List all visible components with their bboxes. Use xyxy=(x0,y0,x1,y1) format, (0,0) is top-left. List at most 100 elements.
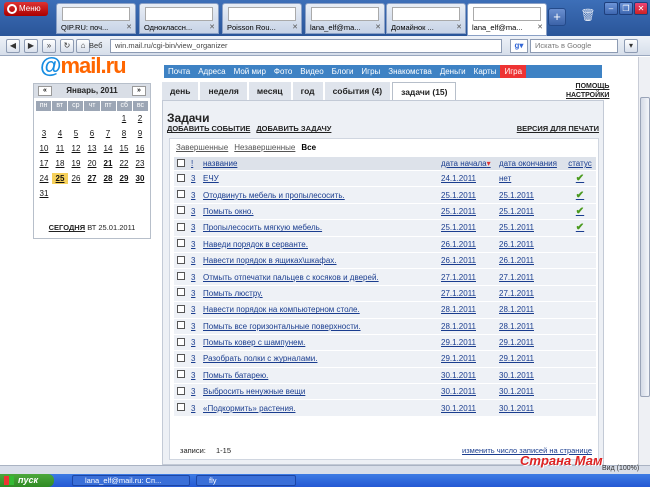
start-button[interactable]: пуск xyxy=(0,474,54,487)
task-start-date[interactable]: 30.1.2011 xyxy=(438,367,496,384)
row-checkbox-cell[interactable] xyxy=(174,203,188,220)
site-nav-item[interactable]: Карты xyxy=(470,65,501,78)
task-priority[interactable]: 3 xyxy=(188,203,200,220)
view-tab[interactable]: события (4) xyxy=(324,82,391,100)
calendar-day[interactable]: 14 xyxy=(100,143,116,154)
task-end-date[interactable]: 26.1.2011 xyxy=(496,252,564,269)
calendar-day[interactable]: 15 xyxy=(116,143,132,154)
task-name[interactable]: «Подкормить» растения. xyxy=(200,400,438,416)
task-status[interactable] xyxy=(564,351,596,367)
calendar-day[interactable]: 10 xyxy=(36,143,52,154)
task-end-date[interactable]: нет xyxy=(496,171,564,187)
task-priority[interactable]: 3 xyxy=(188,400,200,416)
browser-tab[interactable]: Одноклассн... ✕ xyxy=(139,3,219,34)
browser-tab-active[interactable]: lana_elf@ma... ✕ xyxy=(467,3,547,36)
browser-tab[interactable]: Домайнок ... ✕ xyxy=(386,3,466,34)
task-status[interactable] xyxy=(564,400,596,416)
task-status[interactable] xyxy=(564,269,596,285)
filter-all[interactable]: Все xyxy=(301,143,316,152)
table-row[interactable]: 3 Отмыть отпечатки пальцев с косяков и дв… xyxy=(174,269,596,285)
task-name[interactable]: Помыть все горизонтальные поверхности. xyxy=(200,318,438,334)
search-input[interactable]: Искать в Google xyxy=(530,39,618,53)
table-row[interactable]: 3 Навести порядок на компьютерном столе. 2… xyxy=(174,302,596,318)
close-tab-icon[interactable]: ✕ xyxy=(537,23,543,31)
task-start-date[interactable]: 28.1.2011 xyxy=(438,302,496,318)
task-priority[interactable]: 3 xyxy=(188,384,200,400)
calendar-day[interactable]: 30 xyxy=(132,173,148,184)
task-start-date[interactable]: 27.1.2011 xyxy=(438,269,496,285)
browser-tab[interactable]: QIP.RU: поч... ✕ xyxy=(56,3,136,34)
task-start-date[interactable]: 26.1.2011 xyxy=(438,252,496,269)
calendar-day[interactable]: 28 xyxy=(100,173,116,184)
row-checkbox[interactable] xyxy=(177,173,185,182)
calendar-day[interactable]: 7 xyxy=(100,128,116,139)
close-tab-icon[interactable]: ✕ xyxy=(375,23,381,31)
view-tab[interactable]: месяц xyxy=(248,82,291,100)
task-status[interactable] xyxy=(564,367,596,384)
row-checkbox-cell[interactable] xyxy=(174,236,188,252)
row-checkbox[interactable] xyxy=(177,304,185,313)
calendar-day[interactable]: 31 xyxy=(36,188,52,199)
task-priority[interactable]: 3 xyxy=(188,351,200,367)
view-tab[interactable]: день xyxy=(162,82,199,100)
fast-forward-icon[interactable]: » xyxy=(42,39,56,53)
calendar-day[interactable]: 18 xyxy=(52,158,68,169)
address-field[interactable]: Веб win.mail.ru/cgi-bin/view_organizer xyxy=(89,39,502,53)
reload-icon[interactable]: ↻ xyxy=(60,39,74,53)
close-tab-icon[interactable]: ✕ xyxy=(209,23,215,31)
minimize-icon[interactable]: – xyxy=(604,2,618,15)
view-tab[interactable]: задачи (15) xyxy=(392,82,457,100)
task-start-date[interactable]: 25.1.2011 xyxy=(438,187,496,203)
calendar-day[interactable]: 29 xyxy=(116,173,132,184)
row-checkbox-cell[interactable] xyxy=(174,285,188,302)
row-checkbox[interactable] xyxy=(177,353,185,362)
task-status[interactable] xyxy=(564,285,596,302)
trash-icon[interactable]: 🗑 xyxy=(580,8,596,26)
back-icon[interactable]: ◀ xyxy=(6,39,20,53)
site-nav-item[interactable]: Почта xyxy=(164,65,194,78)
table-row[interactable]: 3 ЕЧУ 24.1.2011 нет ✔ xyxy=(174,171,596,187)
task-status[interactable] xyxy=(564,318,596,334)
task-name[interactable]: Разобрать полки с журналами. xyxy=(200,351,438,367)
task-name[interactable]: Помыть батарею. xyxy=(200,367,438,384)
next-month-button[interactable]: » xyxy=(132,86,146,96)
forward-icon[interactable]: ▶ xyxy=(24,39,38,53)
scrollbar-thumb[interactable] xyxy=(640,97,650,397)
view-tab[interactable]: год xyxy=(292,82,323,100)
row-checkbox-cell[interactable] xyxy=(174,269,188,285)
task-end-date[interactable]: 25.1.2011 xyxy=(496,187,564,203)
priority-header[interactable]: ! xyxy=(188,157,200,170)
task-start-date[interactable]: 30.1.2011 xyxy=(438,400,496,416)
name-header[interactable]: название xyxy=(200,157,438,170)
calendar-day[interactable]: 11 xyxy=(52,143,68,154)
task-end-date[interactable]: 30.1.2011 xyxy=(496,367,564,384)
task-status[interactable] xyxy=(564,384,596,400)
calendar-day[interactable]: 24 xyxy=(36,173,52,184)
row-checkbox-cell[interactable] xyxy=(174,351,188,367)
task-end-date[interactable]: 26.1.2011 xyxy=(496,236,564,252)
help-link[interactable]: ПОМОЩЬ xyxy=(566,82,610,91)
task-name[interactable]: Наведи порядок в серванте. xyxy=(200,236,438,252)
task-priority[interactable]: 3 xyxy=(188,269,200,285)
task-start-date[interactable]: 29.1.2011 xyxy=(438,351,496,367)
add-task-link[interactable]: ДОБАВИТЬ ЗАДАЧУ xyxy=(256,124,331,133)
task-status[interactable] xyxy=(564,302,596,318)
browser-tab[interactable]: Poisson Rou... ✕ xyxy=(222,3,302,34)
row-checkbox[interactable] xyxy=(177,255,185,264)
restore-icon[interactable]: ❐ xyxy=(619,2,633,15)
task-priority[interactable]: 3 xyxy=(188,236,200,252)
task-start-date[interactable]: 24.1.2011 xyxy=(438,171,496,187)
browser-tab[interactable]: lana_elf@ma... ✕ xyxy=(305,3,385,34)
site-nav-item[interactable]: Адреса xyxy=(194,65,229,78)
table-row[interactable]: 3 Выбросить ненужные вещи 30.1.2011 30.1.20… xyxy=(174,384,596,400)
task-priority[interactable]: 3 xyxy=(188,302,200,318)
task-status[interactable]: ✔ xyxy=(564,220,596,236)
task-status[interactable] xyxy=(564,236,596,252)
task-start-date[interactable]: 26.1.2011 xyxy=(438,236,496,252)
task-name[interactable]: Помыть окно. xyxy=(200,203,438,220)
task-start-date[interactable]: 25.1.2011 xyxy=(438,220,496,236)
task-start-date[interactable]: 29.1.2011 xyxy=(438,334,496,351)
site-nav-item[interactable]: Видео xyxy=(296,65,327,78)
task-priority[interactable]: 3 xyxy=(188,367,200,384)
task-priority[interactable]: 3 xyxy=(188,318,200,334)
